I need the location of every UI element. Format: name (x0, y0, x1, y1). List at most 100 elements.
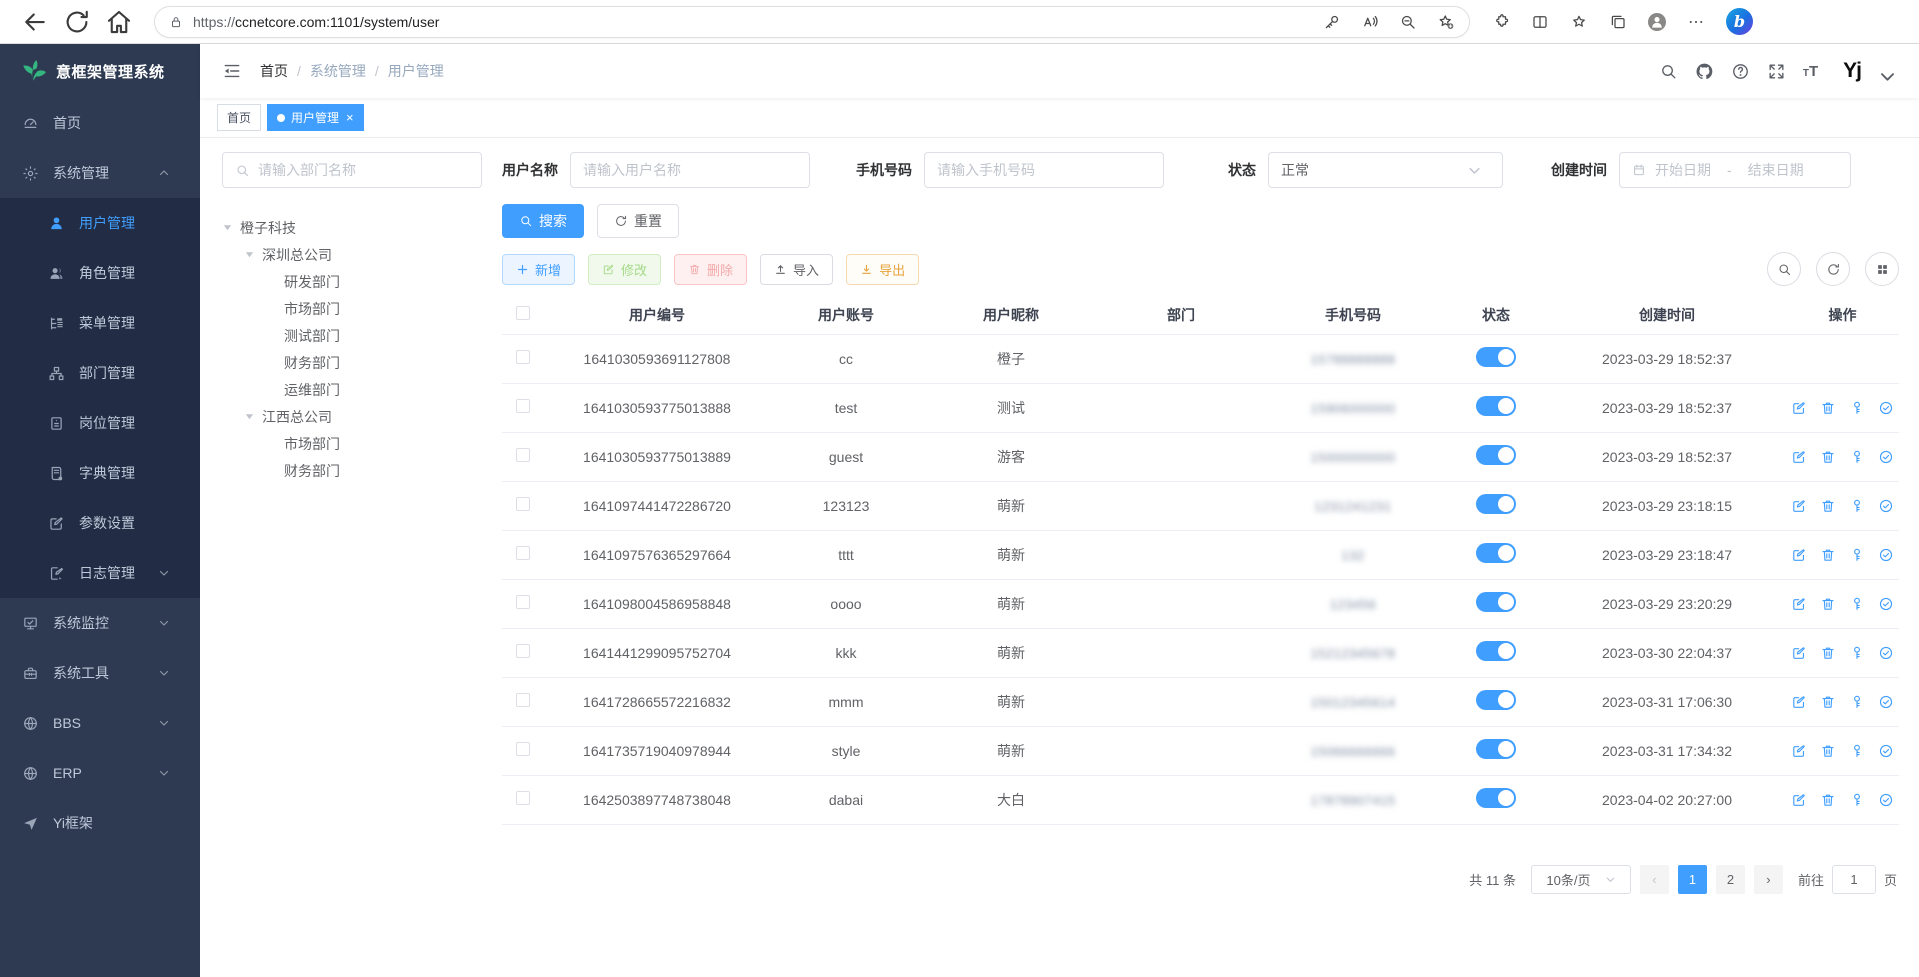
row-edit-square-icon[interactable] (1791, 645, 1807, 661)
tab-用户管理[interactable]: 用户管理× (267, 104, 364, 131)
edit-button[interactable]: 修改 (588, 254, 661, 285)
row-checkbox[interactable] (516, 497, 530, 511)
select-all-checkbox[interactable] (516, 306, 530, 320)
breadcrumb-home[interactable]: 首页 (260, 61, 288, 81)
row-trash-icon[interactable] (1820, 547, 1836, 563)
table-tool-refresh-icon[interactable] (1816, 252, 1850, 286)
add-button[interactable]: 新增 (502, 254, 575, 285)
favorite-add-icon[interactable] (1437, 13, 1455, 31)
profile-icon[interactable] (1648, 13, 1666, 31)
split-screen-icon[interactable] (1531, 13, 1549, 31)
row-key2-icon[interactable] (1849, 743, 1865, 759)
status-toggle[interactable] (1476, 592, 1516, 612)
font-size-icon[interactable]: TT (1803, 63, 1818, 80)
sidebar-item-param-settings[interactable]: 参数设置 (0, 498, 200, 548)
reset-button[interactable]: 重置 (597, 204, 679, 238)
row-check-circle-icon[interactable] (1878, 645, 1894, 661)
status-toggle[interactable] (1476, 543, 1516, 563)
back-icon[interactable] (20, 7, 50, 37)
sidebar-item-yi-framework[interactable]: Yi框架 (0, 798, 200, 848)
collapse-sidebar-icon[interactable] (222, 61, 242, 81)
row-key2-icon[interactable] (1849, 792, 1865, 808)
goto-page-input[interactable]: 1 (1832, 865, 1876, 894)
close-icon[interactable]: × (346, 110, 354, 125)
row-key2-icon[interactable] (1849, 694, 1865, 710)
row-trash-icon[interactable] (1820, 694, 1836, 710)
delete-button[interactable]: 删除 (674, 254, 747, 285)
breadcrumb-system[interactable]: 系统管理 (310, 61, 366, 81)
search-button[interactable]: 搜索 (502, 204, 584, 238)
table-tool-search-icon[interactable] (1767, 252, 1801, 286)
row-checkbox[interactable] (516, 693, 530, 707)
row-trash-icon[interactable] (1820, 400, 1836, 416)
extensions-icon[interactable] (1492, 13, 1510, 31)
search-icon[interactable] (1659, 62, 1678, 81)
row-edit-square-icon[interactable] (1791, 694, 1807, 710)
row-edit-square-icon[interactable] (1791, 743, 1807, 759)
row-check-circle-icon[interactable] (1878, 596, 1894, 612)
row-check-circle-icon[interactable] (1878, 792, 1894, 808)
date-range-picker[interactable]: 开始日期 - 结束日期 (1619, 152, 1851, 188)
table-tool-grid-icon[interactable] (1865, 252, 1899, 286)
sidebar-item-erp[interactable]: ERP (0, 748, 200, 798)
home-icon[interactable] (104, 7, 134, 37)
row-check-circle-icon[interactable] (1878, 449, 1894, 465)
sidebar-item-post-management[interactable]: 岗位管理 (0, 398, 200, 448)
row-checkbox[interactable] (516, 595, 530, 609)
row-trash-icon[interactable] (1820, 498, 1836, 514)
help-icon[interactable] (1731, 62, 1750, 81)
row-checkbox[interactable] (516, 546, 530, 560)
status-toggle[interactable] (1476, 445, 1516, 465)
row-edit-square-icon[interactable] (1791, 792, 1807, 808)
sidebar-item-bbs[interactable]: BBS (0, 698, 200, 748)
copilot-icon[interactable]: b (1726, 8, 1753, 35)
key-icon[interactable] (1323, 13, 1341, 31)
row-checkbox[interactable] (516, 791, 530, 805)
row-checkbox[interactable] (516, 399, 530, 413)
page-button-1[interactable]: 1 (1678, 865, 1707, 894)
row-check-circle-icon[interactable] (1878, 694, 1894, 710)
sidebar-item-system-tools[interactable]: 系统工具 (0, 648, 200, 698)
status-toggle[interactable] (1476, 347, 1516, 367)
row-checkbox[interactable] (516, 448, 530, 462)
status-toggle[interactable] (1476, 690, 1516, 710)
collections-icon[interactable] (1609, 13, 1627, 31)
tree-node[interactable]: 研发部门 (222, 268, 482, 295)
sidebar-item-dept-management[interactable]: 部门管理 (0, 348, 200, 398)
row-edit-square-icon[interactable] (1791, 449, 1807, 465)
sidebar-item-dict-management[interactable]: 字典管理 (0, 448, 200, 498)
status-select[interactable]: 正常 (1268, 152, 1503, 188)
sidebar-item-menu-management[interactable]: 菜单管理 (0, 298, 200, 348)
tab-首页[interactable]: 首页 (217, 104, 261, 131)
row-check-circle-icon[interactable] (1878, 547, 1894, 563)
row-edit-square-icon[interactable] (1791, 498, 1807, 514)
status-toggle[interactable] (1476, 641, 1516, 661)
app-logo[interactable]: 意框架管理系统 (0, 44, 200, 98)
username-input[interactable]: 请输入用户名称 (570, 152, 810, 188)
dept-search-input[interactable]: 请输入部门名称 (222, 152, 482, 188)
status-toggle[interactable] (1476, 788, 1516, 808)
next-page-button[interactable]: › (1754, 865, 1783, 894)
chevron-down-icon[interactable] (1878, 67, 1897, 86)
row-edit-square-icon[interactable] (1791, 400, 1807, 416)
github-icon[interactable] (1695, 62, 1714, 81)
read-aloud-icon[interactable] (1361, 13, 1379, 31)
address-bar[interactable]: https://ccnetcore.com:1101/system/user (154, 6, 1470, 38)
row-trash-icon[interactable] (1820, 645, 1836, 661)
tree-node[interactable]: 财务部门 (222, 349, 482, 376)
row-trash-icon[interactable] (1820, 792, 1836, 808)
row-checkbox[interactable] (516, 742, 530, 756)
tree-node[interactable]: 江西总公司 (222, 403, 482, 430)
zoom-out-icon[interactable] (1399, 13, 1417, 31)
tree-node[interactable]: 市场部门 (222, 295, 482, 322)
row-key2-icon[interactable] (1849, 400, 1865, 416)
status-toggle[interactable] (1476, 739, 1516, 759)
tree-node[interactable]: 运维部门 (222, 376, 482, 403)
row-key2-icon[interactable] (1849, 596, 1865, 612)
import-button[interactable]: 导入 (760, 254, 833, 285)
row-key2-icon[interactable] (1849, 547, 1865, 563)
row-key2-icon[interactable] (1849, 498, 1865, 514)
row-check-circle-icon[interactable] (1878, 400, 1894, 416)
row-trash-icon[interactable] (1820, 743, 1836, 759)
export-button[interactable]: 导出 (846, 254, 919, 285)
